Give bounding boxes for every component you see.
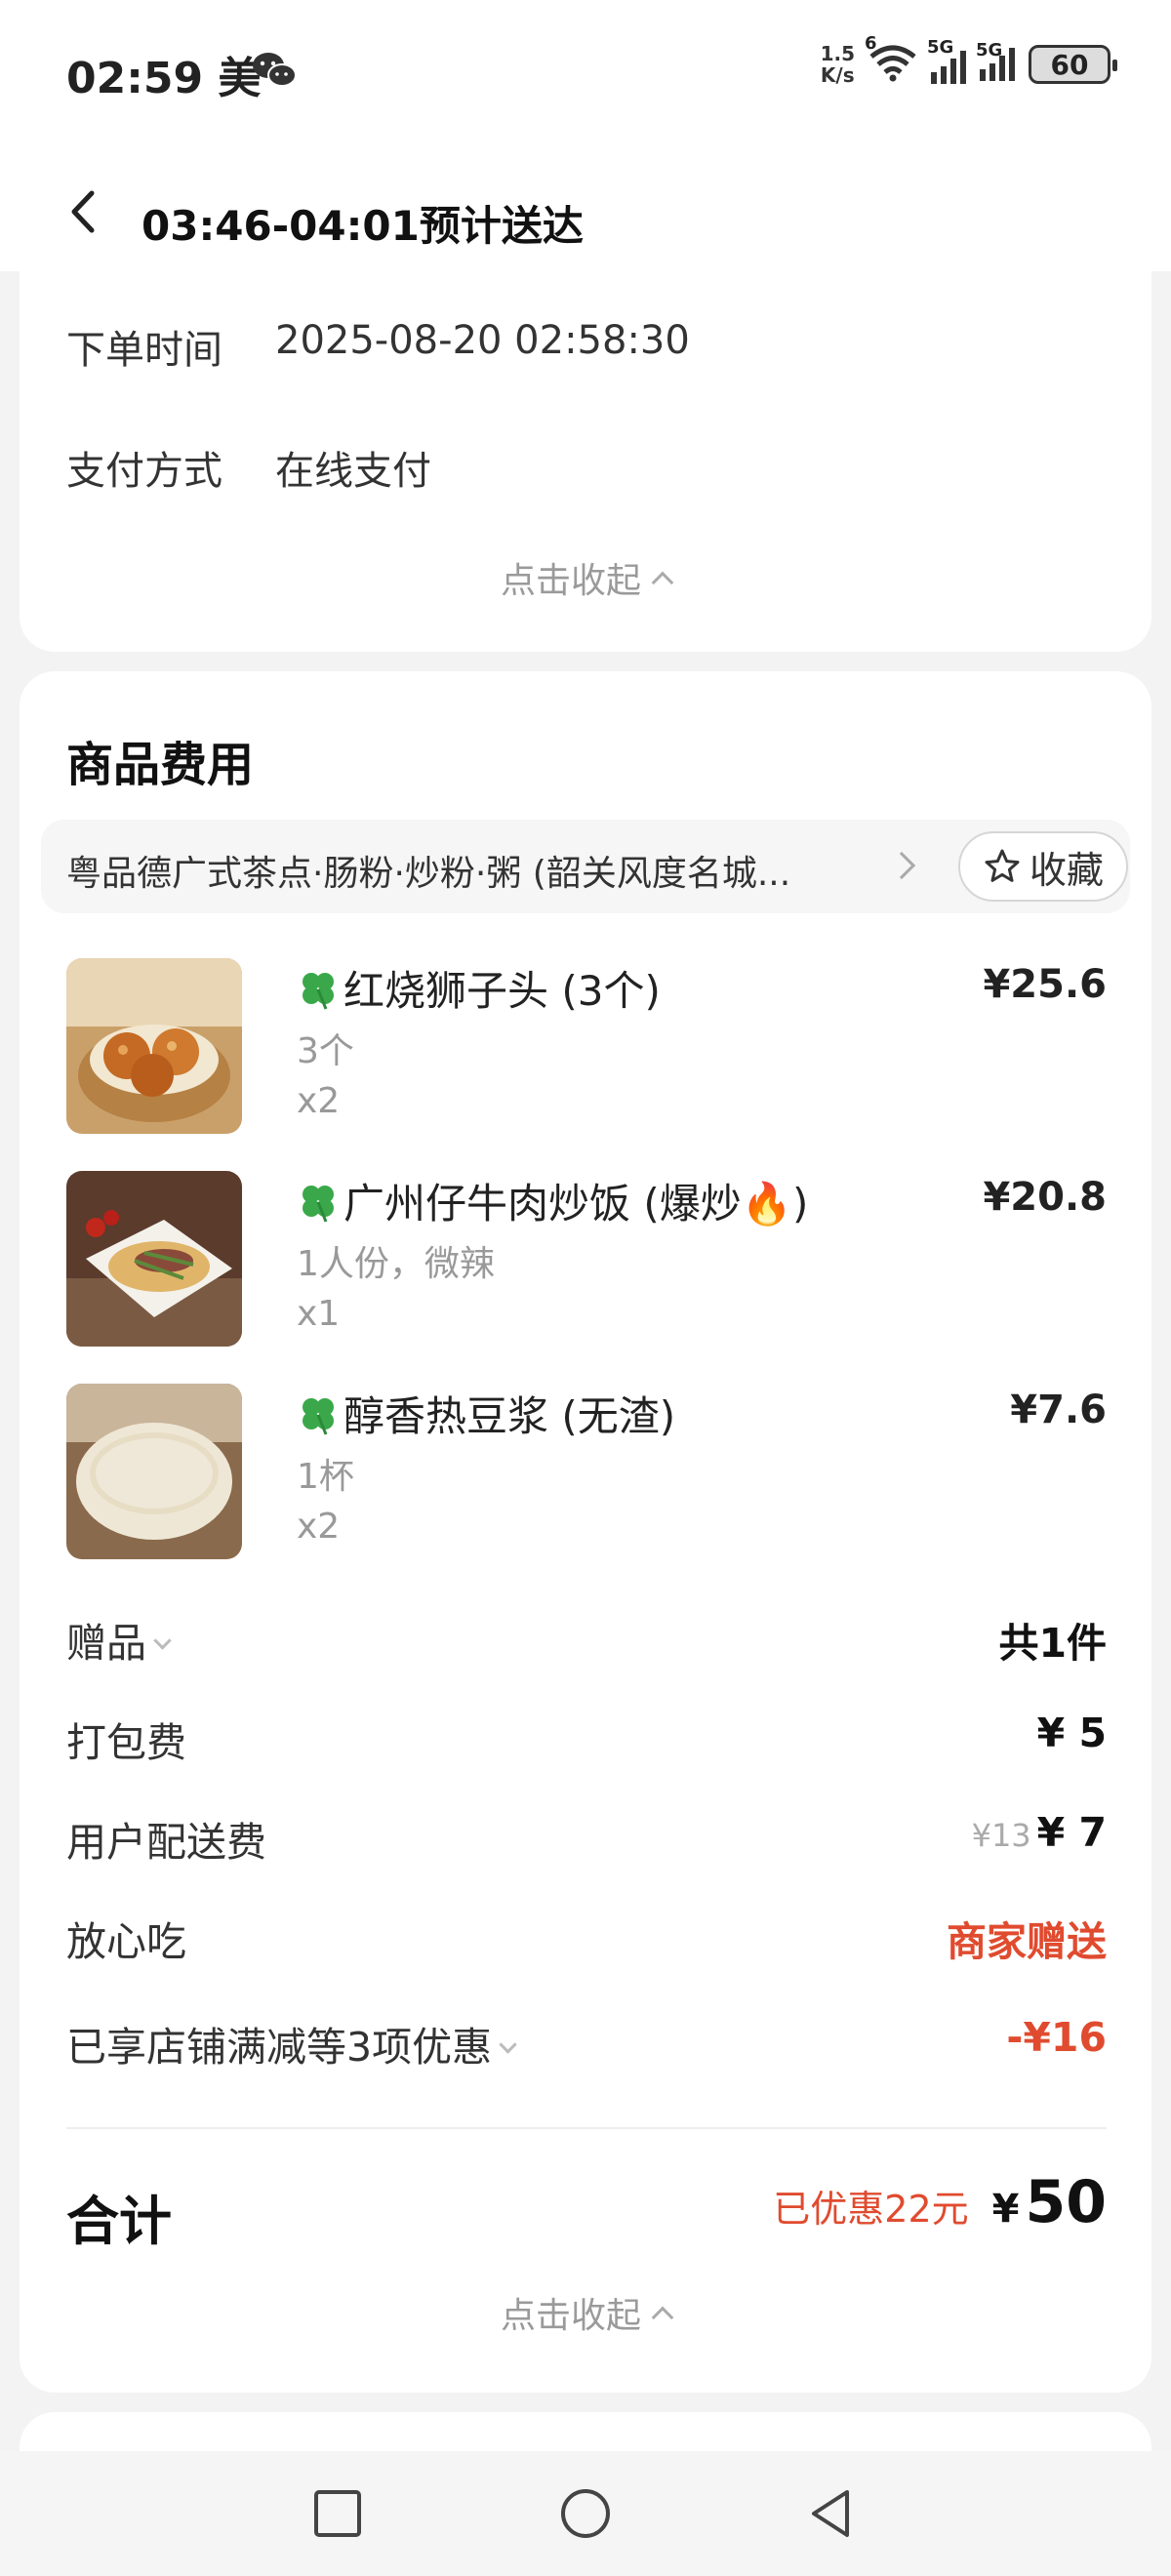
clover-icon [297, 968, 340, 1021]
back-nav-icon[interactable] [804, 2484, 859, 2547]
chevron-up-icon [651, 571, 674, 594]
item-spec: 1杯 [297, 1457, 354, 1497]
item-spec: 3个 [297, 1031, 354, 1071]
total-amount: ¥50 [991, 2168, 1107, 2236]
total-saved: 已优惠22元 [773, 2188, 969, 2231]
shop-bar[interactable]: 粤品德广式茶点·肠粉·炒粉·粥 (韶关风度名城... 收藏 [41, 820, 1130, 913]
food-image-meatballs [66, 958, 242, 1134]
recent-apps-icon[interactable] [310, 2484, 365, 2547]
packing-fee-label: 打包费 [66, 1719, 186, 1766]
delivery-fee-label: 用户配送费 [66, 1819, 266, 1866]
status-bar: 02:59 美 1.5 K/s 6 5G 5G 60 [0, 0, 1171, 146]
food-image-beef-fried-rice [66, 1171, 242, 1347]
chevron-down-icon [153, 1631, 172, 1650]
back-icon[interactable] [61, 187, 109, 236]
item-price: ¥20.8 [983, 1175, 1107, 1220]
page-title: 03:46-04:01预计送达 [141, 202, 584, 250]
discount-value: -¥16 [1006, 2014, 1107, 2061]
item-name: 醇香热豆浆 (无渣) [297, 1384, 675, 1446]
collapse-order-info-button[interactable]: 点击收起 [20, 552, 1151, 603]
packing-fee-value: ¥ 5 [1036, 1710, 1107, 1756]
gift-label: 赠品 [66, 1620, 146, 1667]
net-speed: 1.5 K/s [820, 42, 855, 87]
assurance-label: 放心吃 [66, 1918, 186, 1965]
header-bar: 03:46-04:01预计送达 [0, 146, 1171, 271]
section-title: 商品费用 [66, 738, 255, 792]
wechat-icon [252, 51, 297, 94]
order-time-row: 下单时间 2025-08-20 02:58:30 [66, 318, 690, 375]
item-spec: 1人份，微辣 [297, 1244, 495, 1284]
list-item[interactable]: 广州仔牛肉炒饭 (爆炒🔥) 1人份，微辣 x1 ¥20.8 [66, 1171, 1107, 1350]
chevron-down-icon [499, 2035, 517, 2054]
signal-icon-sim2: 5G [976, 40, 1015, 81]
item-price: ¥7.6 [1010, 1388, 1107, 1432]
total-label: 合计 [66, 2191, 172, 2252]
assurance-row: 放心吃 商家赠送 [66, 1909, 1107, 1967]
item-qty: x2 [297, 1081, 341, 1121]
gift-value: 共1件 [998, 1620, 1107, 1667]
food-image-soy-milk [66, 1384, 242, 1559]
collapse-goods-button[interactable]: 点击收起 [20, 2287, 1151, 2338]
item-name: 广州仔牛肉炒饭 (爆炒🔥) [297, 1171, 808, 1233]
assurance-value: 商家赠送 [947, 1918, 1107, 1965]
item-qty: x1 [297, 1294, 341, 1334]
total-summary: 已优惠22元 ¥50 [773, 2168, 1107, 2236]
goods-fee-card: 商品费用 粤品德广式茶点·肠粉·炒粉·粥 (韶关风度名城... 收藏 红烧狮子头… [20, 671, 1151, 2393]
delivery-original-fee: ¥13 [971, 1817, 1031, 1854]
clover-icon [297, 1393, 340, 1446]
item-price: ¥25.6 [983, 962, 1107, 1007]
payment-label: 支付方式 [66, 449, 222, 494]
list-item[interactable]: 红烧狮子头 (3个) 3个 x2 ¥25.6 [66, 958, 1107, 1138]
chevron-right-icon [887, 851, 916, 880]
item-name: 红烧狮子头 (3个) [297, 958, 661, 1021]
order-time-label: 下单时间 [66, 328, 222, 373]
star-icon [985, 849, 1020, 882]
delivery-fee-row: 用户配送费 ¥13 ¥ 7 [66, 1809, 1107, 1868]
signal-icon-sim1: 5G [927, 37, 966, 84]
discount-row[interactable]: 已享店铺满减等3项优惠 -¥16 [66, 2014, 1107, 2073]
order-time-value: 2025-08-20 02:58:30 [275, 318, 690, 363]
favorite-button[interactable]: 收藏 [958, 831, 1128, 902]
status-icons: 1.5 K/s 6 5G 5G 60 [820, 33, 1117, 87]
favorite-label: 收藏 [1029, 848, 1104, 892]
discount-label: 已享店铺满减等3项优惠 [66, 2024, 493, 2071]
home-icon[interactable] [556, 2484, 615, 2547]
shop-name: 粤品德广式茶点·肠粉·炒粉·粥 (韶关风度名城... [66, 854, 791, 894]
gift-row[interactable]: 赠品 共1件 [66, 1610, 1107, 1669]
status-time: 02:59 美 [66, 54, 262, 103]
delivery-fee-value: ¥ 7 [1036, 1809, 1107, 1856]
battery-icon: 60 [1029, 45, 1117, 84]
wifi-icon: 6 [865, 33, 917, 86]
system-nav-bar [0, 2451, 1171, 2576]
payment-row: 支付方式 在线支付 [66, 439, 431, 496]
order-info-card: 下单时间 2025-08-20 02:58:30 支付方式 在线支付 点击收起 [20, 271, 1151, 652]
list-item[interactable]: 醇香热豆浆 (无渣) 1杯 x2 ¥7.6 [66, 1384, 1107, 1563]
clover-icon [297, 1181, 340, 1233]
chevron-up-icon [651, 2306, 674, 2329]
payment-value: 在线支付 [275, 449, 431, 494]
divider [66, 2127, 1107, 2129]
packing-fee-row: 打包费 ¥ 5 [66, 1710, 1107, 1768]
item-qty: x2 [297, 1507, 341, 1547]
